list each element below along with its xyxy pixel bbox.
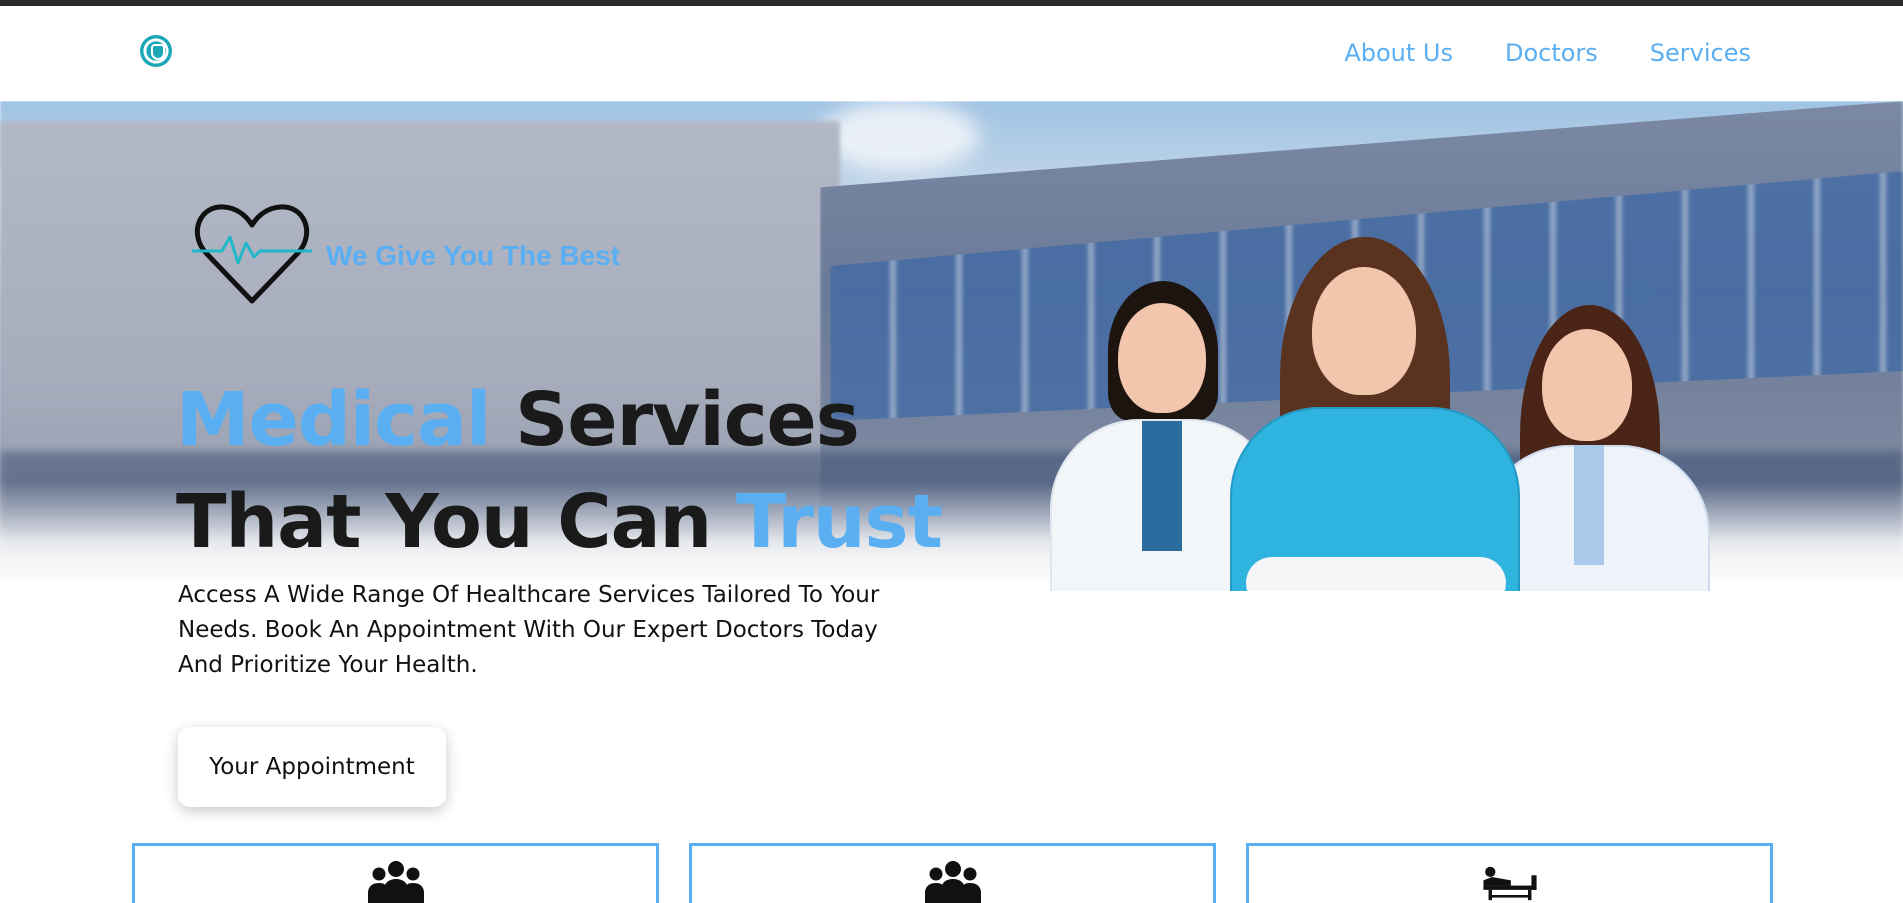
service-card[interactable]: [132, 843, 659, 903]
background-cloud: [820, 101, 980, 171]
doctor-center: [1210, 237, 1520, 591]
hospital-bed-icon: [1482, 866, 1537, 901]
nav-about-us[interactable]: About Us: [1344, 36, 1453, 70]
medical-logo-icon[interactable]: [140, 35, 172, 67]
three-doctors-photo: [1050, 237, 1710, 591]
appointment-button[interactable]: Your Appointment: [178, 727, 446, 807]
people-group-icon: [924, 861, 981, 903]
service-card[interactable]: [1246, 843, 1773, 903]
heartbeat-heart-icon: [192, 204, 312, 304]
hero-title: Medical Services That You Can Trust: [176, 369, 943, 573]
people-group-icon: [367, 861, 424, 903]
hero-description: Access A Wide Range Of Healthcare Servic…: [178, 582, 880, 678]
services-cards: [132, 843, 1773, 903]
main-nav: About Us Doctors Services: [1344, 36, 1751, 70]
tagline-text: We Give You The Best: [326, 240, 621, 271]
nav-doctors[interactable]: Doctors: [1505, 36, 1598, 70]
hero-section: We Give You The Best Medical Services Th…: [0, 101, 1903, 591]
service-card[interactable]: [689, 843, 1216, 903]
hero-tagline: We Give You The Best: [192, 201, 620, 311]
title-text: That You Can: [176, 479, 736, 565]
nav-services[interactable]: Services: [1650, 36, 1751, 70]
title-accent: Medical: [176, 377, 491, 463]
navbar: About Us Doctors Services: [0, 6, 1903, 101]
title-text: Services: [490, 377, 860, 463]
title-accent: Trust: [736, 479, 943, 565]
page: About Us Doctors Services We Give You Th…: [0, 6, 1903, 903]
